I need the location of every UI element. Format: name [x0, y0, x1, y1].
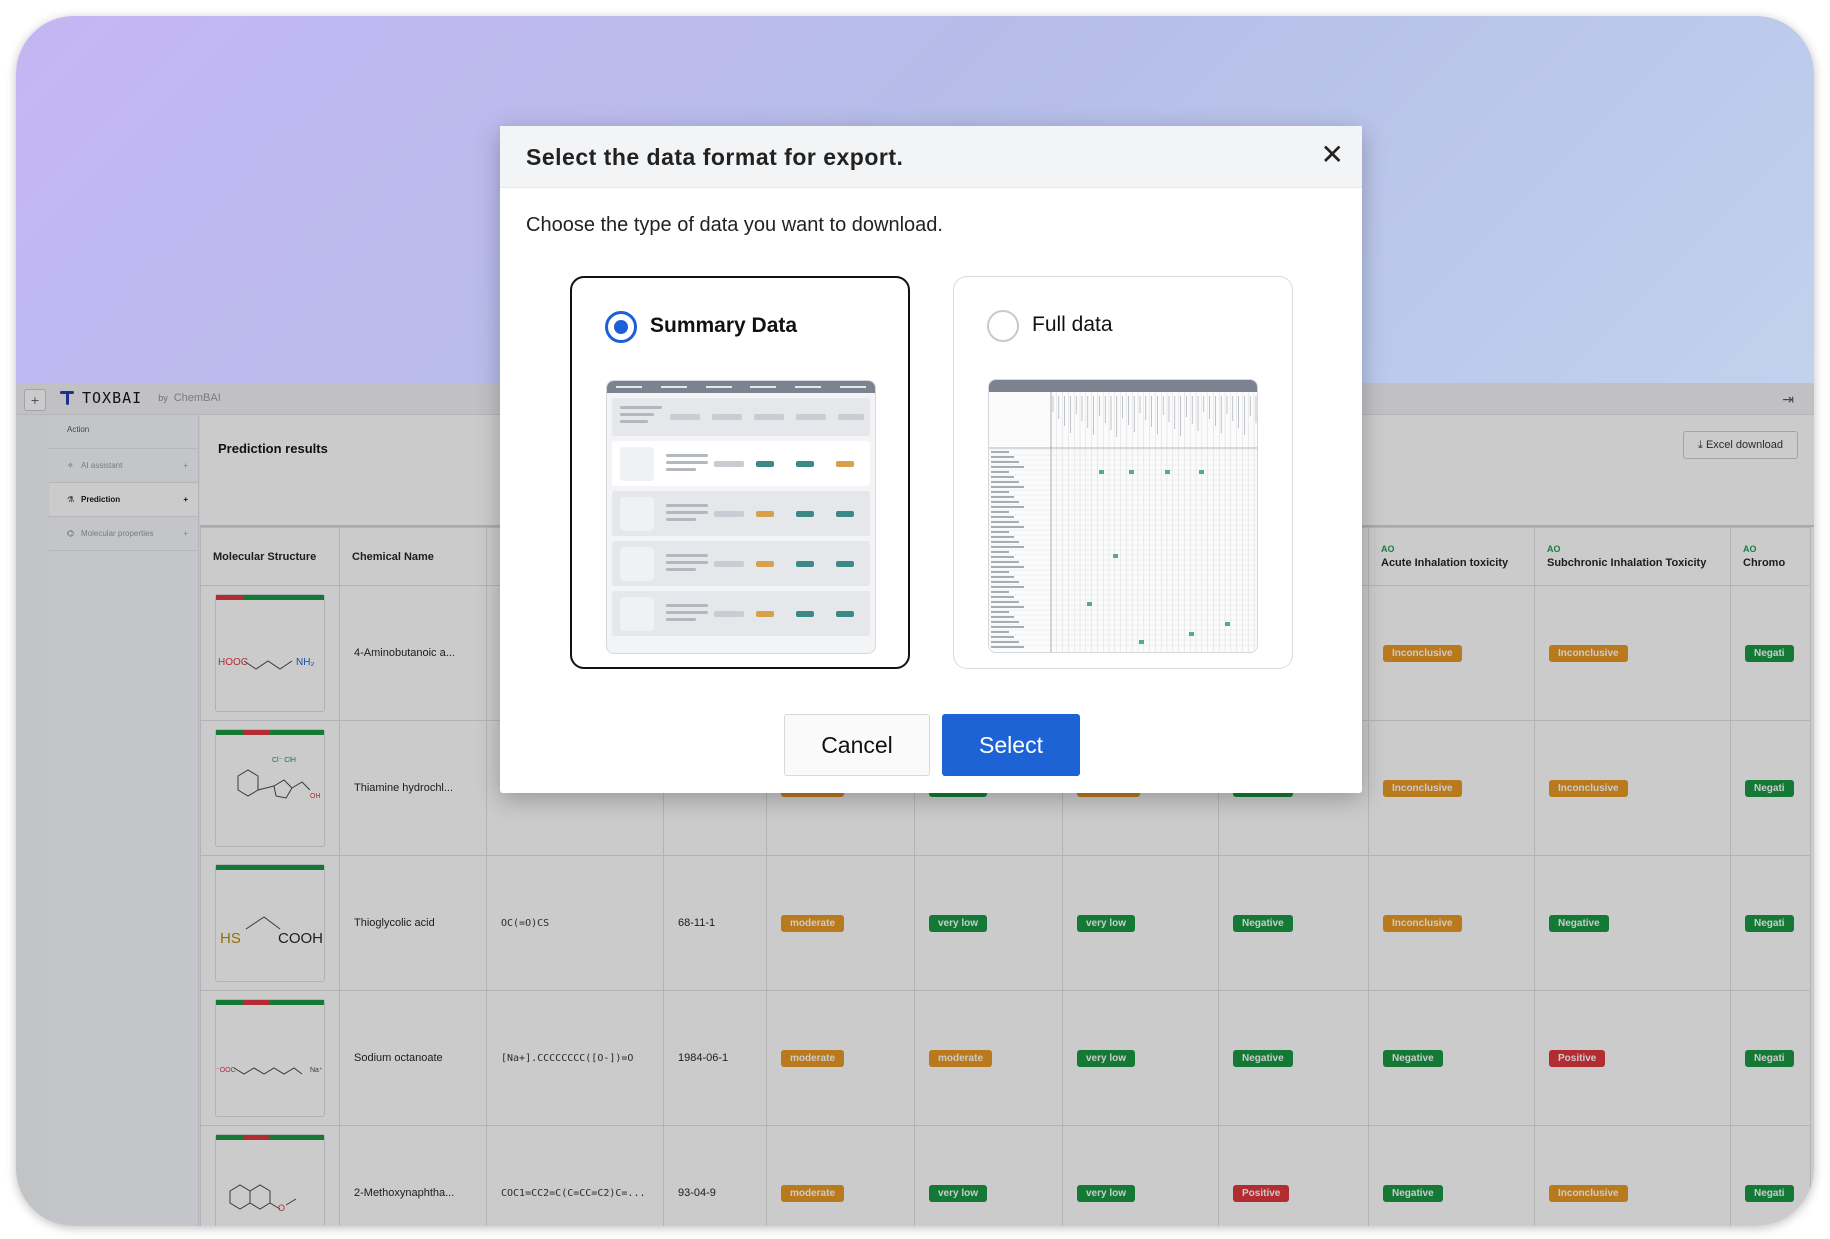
- dialog-header: Select the data format for export. ✕: [500, 126, 1362, 188]
- option-summary-data[interactable]: Summary Data: [570, 276, 910, 669]
- close-icon[interactable]: ✕: [1321, 138, 1344, 171]
- option-label: Summary Data: [650, 314, 798, 337]
- option-full-data[interactable]: Full data: [953, 276, 1293, 669]
- cancel-button[interactable]: Cancel: [784, 714, 930, 776]
- export-format-dialog: Select the data format for export. ✕ Cho…: [500, 126, 1362, 793]
- summary-radio[interactable]: [605, 311, 637, 343]
- select-button[interactable]: Select: [942, 714, 1080, 776]
- dialog-subtitle: Choose the type of data you want to down…: [526, 214, 943, 236]
- full-data-grid-drawing: [989, 392, 1257, 652]
- option-label: Full data: [1032, 313, 1113, 336]
- screenshot-frame: + TOXBAI by ChemBAI ⇥ Action ✧ AI assista…: [16, 16, 1814, 1226]
- dialog-title: Select the data format for export.: [526, 144, 904, 170]
- full-data-radio[interactable]: [987, 310, 1019, 342]
- summary-preview-image: [606, 380, 876, 654]
- dialog-actions: Cancel Select: [784, 714, 1080, 776]
- full-data-preview-image: [988, 379, 1258, 653]
